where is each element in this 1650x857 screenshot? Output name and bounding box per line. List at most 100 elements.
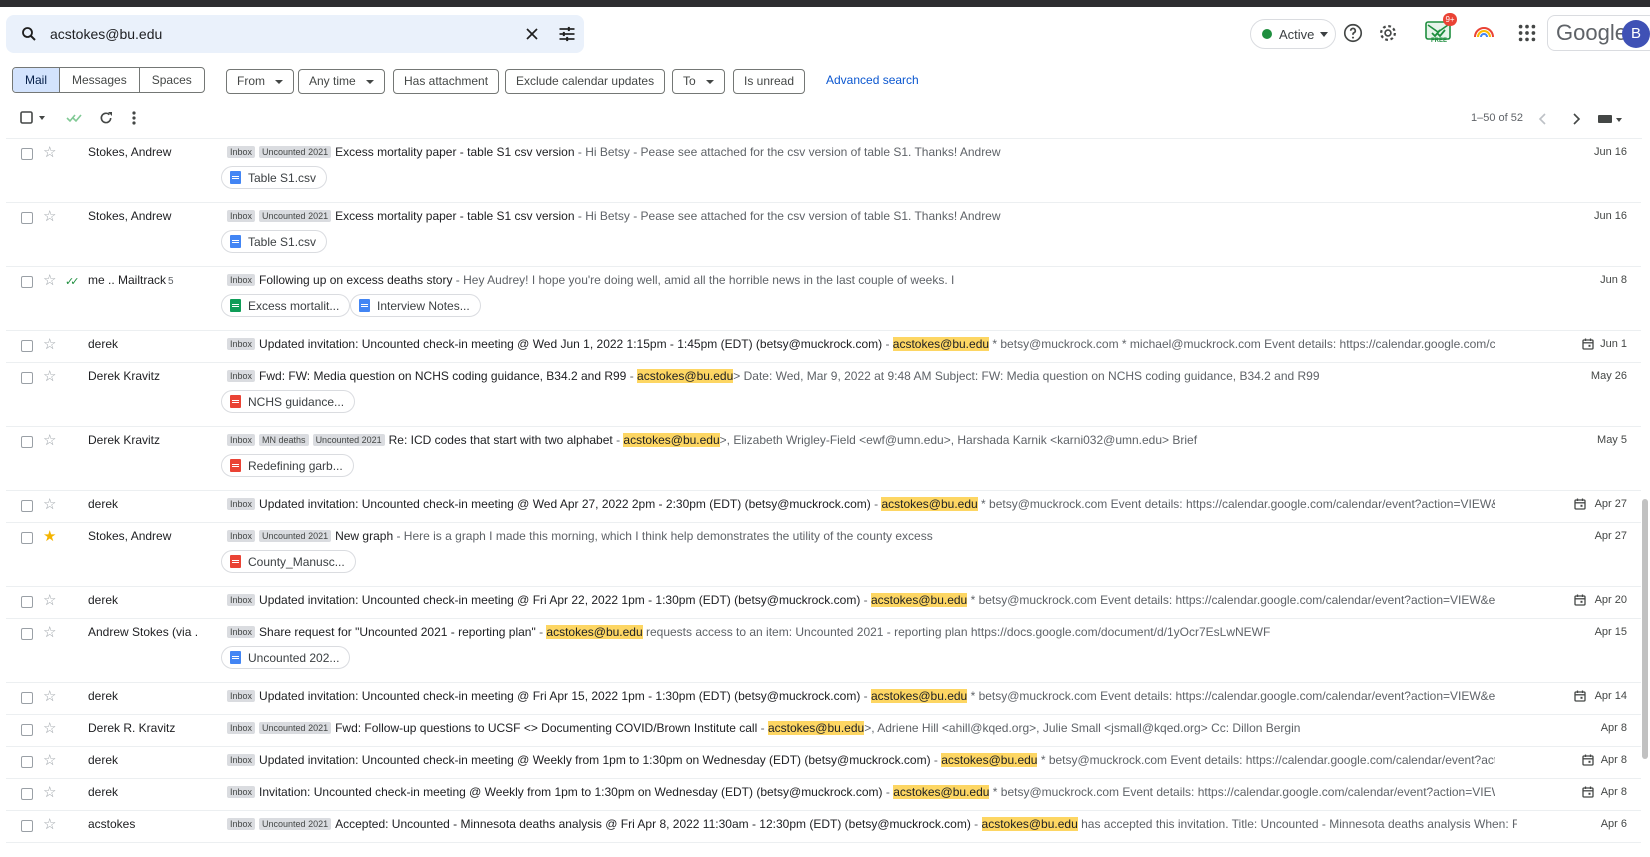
search-options-icon[interactable] bbox=[557, 24, 577, 44]
attachment-chip[interactable]: Table S1.csv bbox=[221, 166, 328, 189]
attachment-chip[interactable]: Uncounted 202... bbox=[221, 646, 351, 669]
chevron-right-icon[interactable] bbox=[1571, 112, 1581, 126]
calendar-icon[interactable] bbox=[1582, 786, 1594, 798]
label-badge[interactable]: Inbox bbox=[227, 370, 256, 382]
status-selector[interactable]: Active bbox=[1250, 19, 1336, 49]
tab-mail[interactable]: Mail bbox=[13, 68, 61, 92]
row-checkbox[interactable] bbox=[21, 212, 33, 224]
row-checkbox[interactable] bbox=[21, 596, 33, 608]
label-badge[interactable]: Inbox bbox=[227, 754, 256, 766]
label-badge[interactable]: Inbox bbox=[227, 690, 256, 702]
avatar[interactable]: B bbox=[1622, 20, 1650, 48]
row-checkbox[interactable] bbox=[21, 724, 33, 736]
mailtrack-check-icon[interactable] bbox=[66, 113, 84, 123]
has-attachment-chip[interactable]: Has attachment bbox=[393, 69, 500, 94]
gear-icon[interactable] bbox=[1377, 22, 1399, 44]
select-all-checkbox[interactable] bbox=[20, 111, 48, 125]
email-row[interactable]: ☆ derek Inbox Updated invitation: Uncounted… bbox=[6, 683, 1642, 715]
star-icon[interactable]: ☆ bbox=[43, 593, 56, 609]
input-tools-icon[interactable] bbox=[1597, 113, 1625, 125]
label-badge[interactable]: Inbox bbox=[227, 594, 256, 606]
attachment-chip[interactable]: County_Manusc... bbox=[221, 550, 356, 573]
label-badge[interactable]: Inbox bbox=[227, 338, 256, 350]
row-checkbox[interactable] bbox=[21, 692, 33, 704]
attachment-chip[interactable]: Interview Notes... bbox=[350, 294, 481, 317]
email-row[interactable]: ☆ acstokes Inbox Uncounted 2021 Accepted: Un… bbox=[6, 811, 1642, 843]
star-icon[interactable]: ☆ bbox=[43, 273, 56, 289]
attachment-chip[interactable]: Table S1.csv bbox=[221, 230, 328, 253]
star-icon[interactable]: ☆ bbox=[43, 337, 56, 353]
row-checkbox[interactable] bbox=[21, 372, 33, 384]
star-icon[interactable]: ☆ bbox=[43, 785, 56, 801]
calendar-icon[interactable] bbox=[1582, 338, 1594, 350]
email-row[interactable]: ☆ derek Inbox Updated invitation: Uncounted… bbox=[6, 587, 1642, 619]
label-badge[interactable]: Inbox bbox=[227, 210, 256, 222]
calendar-icon[interactable] bbox=[1574, 498, 1586, 510]
label-badge[interactable]: Uncounted 2021 bbox=[259, 722, 332, 734]
starred-icon[interactable]: ★ bbox=[43, 529, 56, 545]
star-icon[interactable]: ☆ bbox=[43, 145, 56, 161]
apps-grid-icon[interactable] bbox=[1516, 22, 1538, 44]
to-filter-chip[interactable]: To bbox=[672, 69, 725, 94]
row-checkbox[interactable] bbox=[21, 628, 33, 640]
label-badge[interactable]: Uncounted 2021 bbox=[312, 434, 385, 446]
star-icon[interactable]: ☆ bbox=[43, 369, 56, 385]
calendar-icon[interactable] bbox=[1582, 754, 1594, 766]
email-row[interactable]: ☆ Derek Kravitz Inbox Fwd: FW: Media questi… bbox=[6, 363, 1642, 427]
row-checkbox[interactable] bbox=[21, 340, 33, 352]
any-time-filter-chip[interactable]: Any time bbox=[298, 69, 385, 94]
star-icon[interactable]: ☆ bbox=[43, 497, 56, 513]
email-row[interactable]: ☆ derek Inbox Updated invitation: Uncounted… bbox=[6, 331, 1642, 363]
label-badge[interactable]: Inbox bbox=[227, 722, 256, 734]
calendar-icon[interactable] bbox=[1574, 594, 1586, 606]
label-badge[interactable]: Inbox bbox=[227, 786, 256, 798]
email-row[interactable]: ☆ Derek R. Kravitz Inbox Uncounted 2021 Fwd:… bbox=[6, 715, 1642, 747]
email-row[interactable]: ★ Stokes, Andrew Inbox Uncounted 2021 New gr… bbox=[6, 523, 1642, 587]
email-row[interactable]: ☆ derek Inbox Invitation: Uncounted check-i… bbox=[6, 779, 1642, 811]
row-checkbox[interactable] bbox=[21, 436, 33, 448]
row-checkbox[interactable] bbox=[21, 148, 33, 160]
label-badge[interactable]: Inbox bbox=[227, 434, 256, 446]
advanced-search-link[interactable]: Advanced search bbox=[826, 73, 919, 87]
search-icon[interactable] bbox=[20, 25, 38, 43]
row-checkbox[interactable] bbox=[21, 756, 33, 768]
scrollbar-thumb[interactable] bbox=[1642, 499, 1648, 759]
star-icon[interactable]: ☆ bbox=[43, 817, 56, 833]
chevron-left-icon[interactable] bbox=[1538, 112, 1548, 126]
label-badge[interactable]: Uncounted 2021 bbox=[259, 210, 332, 222]
is-unread-chip[interactable]: Is unread bbox=[733, 69, 806, 94]
row-checkbox[interactable] bbox=[21, 532, 33, 544]
row-checkbox[interactable] bbox=[21, 820, 33, 832]
star-icon[interactable]: ☆ bbox=[43, 625, 56, 641]
label-badge[interactable]: Inbox bbox=[227, 274, 256, 286]
exclude-calendar-chip[interactable]: Exclude calendar updates bbox=[505, 69, 666, 94]
email-row[interactable]: ☆ Stokes, Andrew Inbox Uncounted 2021 Excess… bbox=[6, 203, 1642, 267]
email-row[interactable]: ☆ Stokes, Andrew Inbox Uncounted 2021 Excess… bbox=[6, 139, 1642, 203]
email-row[interactable]: ☆ derek Inbox Updated invitation: Uncounted… bbox=[6, 747, 1642, 779]
label-badge[interactable]: Uncounted 2021 bbox=[259, 818, 332, 830]
search-input[interactable] bbox=[50, 23, 490, 45]
tab-messages[interactable]: Messages bbox=[60, 68, 140, 92]
star-icon[interactable]: ☆ bbox=[43, 753, 56, 769]
row-checkbox[interactable] bbox=[21, 788, 33, 800]
addon-icon[interactable] bbox=[1473, 25, 1495, 39]
star-icon[interactable]: ☆ bbox=[43, 721, 56, 737]
label-badge[interactable]: MN deaths bbox=[259, 434, 309, 446]
label-badge[interactable]: Inbox bbox=[227, 818, 256, 830]
close-icon[interactable] bbox=[522, 24, 542, 44]
email-row[interactable]: ☆ Derek Kravitz Inbox MN deaths Uncounted 20… bbox=[6, 427, 1642, 491]
email-row[interactable]: ☆ Andrew Stokes (via . Inbox Share request … bbox=[6, 619, 1642, 683]
label-badge[interactable]: Uncounted 2021 bbox=[259, 530, 332, 542]
help-icon[interactable] bbox=[1342, 22, 1364, 44]
email-row[interactable]: ☆ ✓✓ me .. Mailtrack 5 Inbox Following up on … bbox=[6, 267, 1642, 331]
star-icon[interactable]: ☆ bbox=[43, 209, 56, 225]
email-row[interactable]: ☆ derek Inbox Updated invitation: Uncounted… bbox=[6, 491, 1642, 523]
label-badge[interactable]: Inbox bbox=[227, 626, 256, 638]
from-filter-chip[interactable]: From bbox=[226, 69, 294, 94]
more-vertical-icon[interactable] bbox=[131, 110, 137, 126]
row-checkbox[interactable] bbox=[21, 500, 33, 512]
attachment-chip[interactable]: Redefining garb... bbox=[221, 454, 354, 477]
calendar-icon[interactable] bbox=[1574, 690, 1586, 702]
attachment-chip[interactable]: NCHS guidance... bbox=[221, 390, 356, 413]
label-badge[interactable]: Inbox bbox=[227, 146, 256, 158]
